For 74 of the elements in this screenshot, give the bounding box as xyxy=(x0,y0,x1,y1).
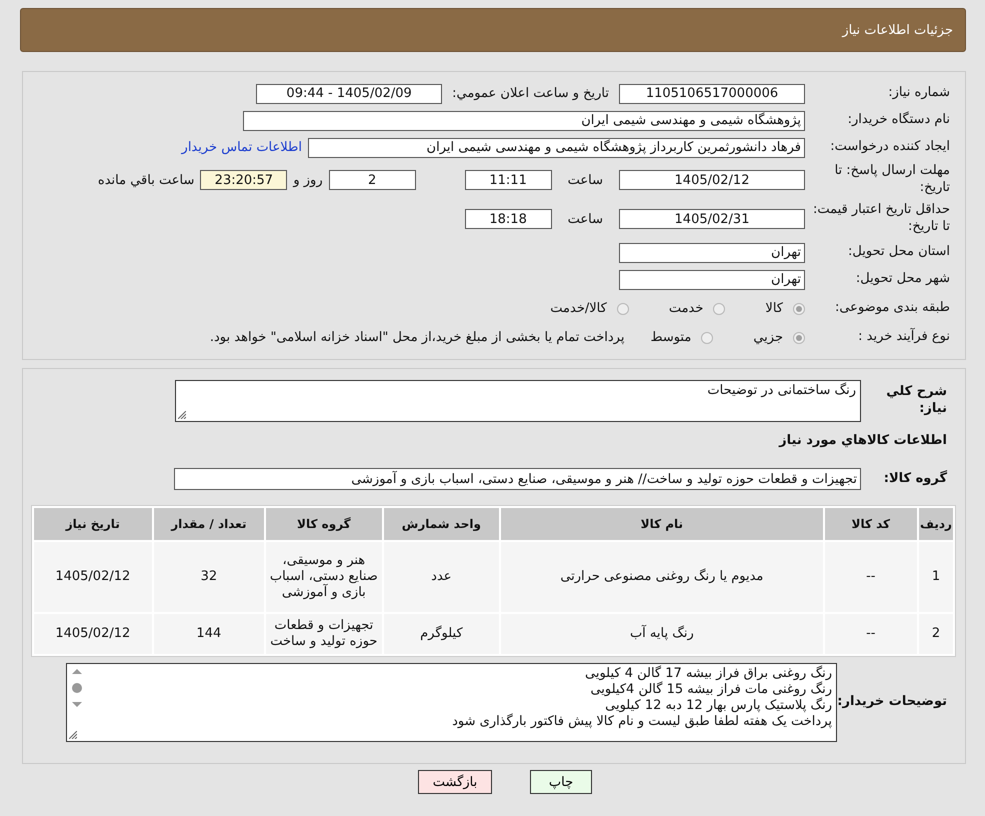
option-label: متوسط xyxy=(650,330,692,345)
announce-date-field: 1405/02/09 - 09:44 xyxy=(256,84,442,104)
column-header: تاریخ نیاز xyxy=(34,508,152,540)
days-field: 2 xyxy=(328,170,416,190)
table-cell: مدیوم یا رنگ روغنی مصنوعی حرارتی xyxy=(501,542,823,612)
city-field: تهران xyxy=(619,270,805,290)
radio-button[interactable] xyxy=(793,302,805,314)
page-title: جزئیات اطلاعات نیاز xyxy=(842,22,953,38)
deadline-time-field: 11:11 xyxy=(464,170,552,190)
table-cell: 1 xyxy=(918,542,953,612)
field-label: شماره نیاز: xyxy=(887,85,951,102)
option-label: کالا xyxy=(765,301,783,316)
table-cell: هنر و موسیقی، صنایع دستی، اسباب بازی و آموزشی xyxy=(266,542,382,612)
payment-note: پرداخت تمام یا بخشی از مبلغ خرید،از محل "اسناد خزانه اسلامی" خواهد بود. xyxy=(210,330,624,345)
radio-button[interactable] xyxy=(713,302,726,314)
section-heading: اطلاعات كالاهاي مورد نياز xyxy=(778,432,948,450)
validity-time-field: 18:18 xyxy=(464,209,552,229)
province-field: تهران xyxy=(619,242,805,262)
field-label: ساعت xyxy=(568,212,603,226)
table-cell: کیلوگرم xyxy=(384,614,500,654)
field-label: نوع فرآیند خرید : xyxy=(857,329,951,346)
goods-group-field: تجهیزات و قطعات حوزه تولید و ساخت// هنر و موسیقی، صنایع دستی، اسباب بازی و آموزشی xyxy=(174,468,861,490)
note-line: رنگ روغنی مات فراز بیشه 15 گالن 4کیلویی xyxy=(589,682,832,698)
table-cell: 1405/02/12 xyxy=(34,614,152,654)
option-label: جزیي xyxy=(753,330,783,345)
field-label: روز و xyxy=(293,172,323,188)
resize-grip-icon xyxy=(178,411,186,419)
table-cell: -- xyxy=(824,614,917,654)
buyer-field: پژوهشگاه شیمی و مهندسی شیمی ایران xyxy=(243,110,805,130)
field-label: ساعت xyxy=(568,172,603,188)
field-label: استان محل تحویل: xyxy=(847,244,951,261)
field-label: ایجاد کننده درخواست: xyxy=(829,139,951,156)
resize-grip-icon xyxy=(69,730,77,738)
note-line: رنگ پلاستیک پارس بهار 12 دبه 12 کیلویی xyxy=(604,698,832,714)
table-cell: رنگ پایه آب xyxy=(501,614,823,654)
table-cell: 2 xyxy=(918,614,953,654)
column-header: نام کالا xyxy=(501,508,823,540)
table-cell: عدد xyxy=(384,542,500,612)
contact-link[interactable]: اطلاعات تماس خریدار xyxy=(182,140,302,155)
field-label: شرح كلي نياز: xyxy=(885,384,948,418)
column-header: واحد شمارش xyxy=(384,508,500,540)
field-label: مهلت ارسال پاسخ: تا تاریخ: xyxy=(834,163,951,197)
table-cell: 32 xyxy=(154,542,264,612)
column-header: ردیف xyxy=(918,508,953,540)
field-label: شهر محل تحویل: xyxy=(854,271,951,288)
column-header: گروه کالا xyxy=(266,508,382,540)
field-label: حداقل تاریخ اعتبار قیمت: تا تاریخ: xyxy=(812,202,951,236)
need-number-field: 1105106517000006 xyxy=(619,84,805,104)
option-label: خدمت xyxy=(668,301,704,316)
back-button[interactable]: بازگشت xyxy=(418,770,492,794)
print-button[interactable]: چاپ xyxy=(530,770,592,794)
radio-button[interactable] xyxy=(793,332,805,344)
table-cell: 144 xyxy=(154,614,264,654)
table-cell: تجهیزات و قطعات حوزه تولید و ساخت xyxy=(266,614,382,654)
note-line: پرداخت یک هفته لطفا طبق لیست و نام کالا پیش فاکتور بارگذاری شود xyxy=(451,714,832,730)
creator-field: فرهاد دانشورثمرین کاربرداز پژوهشگاه شیمی و مهندسی شیمی ایران xyxy=(308,138,805,158)
field-label: توضیحات خریدار: xyxy=(837,694,948,710)
field-label: تاریخ و ساعت اعلان عمومي: xyxy=(452,86,609,101)
option-label: کالا/خدمت xyxy=(550,301,607,316)
radio-button[interactable] xyxy=(616,302,629,314)
remaining-time-field: 23:20:57 xyxy=(200,170,288,190)
column-header: تعداد / مقدار xyxy=(154,508,264,540)
field-label: گروه کالا: xyxy=(882,470,948,488)
table-cell: -- xyxy=(824,542,917,612)
radio-button[interactable] xyxy=(701,332,714,344)
column-header: کد کالا xyxy=(824,508,917,540)
table-cell: 1405/02/12 xyxy=(34,542,152,612)
summary-field: رنگ ساختمانی در توضیحات xyxy=(175,380,861,422)
field-label: ساعت باقي مانده xyxy=(98,172,194,188)
validity-date-field: 1405/02/31 xyxy=(619,209,805,229)
note-line: رنگ روغنی براق فراز بیشه 17 گالن 4 کیلویی xyxy=(584,666,832,682)
field-label: نام دستگاه خریدار: xyxy=(846,112,951,129)
deadline-date-field: 1405/02/12 xyxy=(619,170,805,190)
field-label: طبقه بندی موضوعی: xyxy=(834,300,951,317)
